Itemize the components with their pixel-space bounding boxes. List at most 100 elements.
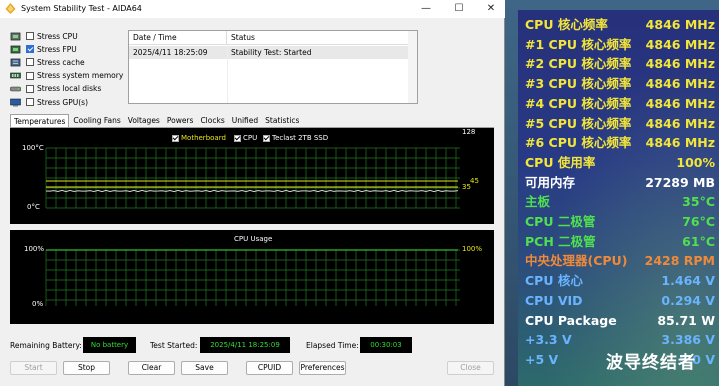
title-bar[interactable]: System Stability Test - AIDA64 — ☐ ✕ <box>0 0 505 18</box>
close-window-button[interactable]: ✕ <box>475 0 507 18</box>
minimize-button[interactable]: — <box>410 0 442 18</box>
sensor-name: CPU 二极管 <box>525 214 596 229</box>
aida64-icon <box>5 3 16 14</box>
stress-checkbox[interactable] <box>26 32 34 40</box>
stress-option-stress-cache[interactable]: Stress cache <box>10 56 85 68</box>
stress-option-label: Stress GPU(s) <box>37 97 89 107</box>
sensor-name: #4 CPU 核心频率 <box>525 95 632 111</box>
sensor-name: #5 CPU 核心频率 <box>525 115 632 131</box>
column-header-datetime[interactable]: Date / Time <box>129 31 227 45</box>
sensor-name: 可用内存 <box>525 174 576 190</box>
window-title: System Stability Test - AIDA64 <box>21 4 142 13</box>
stress-option-label: Stress local disks <box>37 84 102 94</box>
tab-clocks[interactable]: Clocks <box>197 114 227 128</box>
legend-cpu[interactable]: CPU <box>234 134 257 142</box>
stress-checkbox[interactable] <box>26 45 34 54</box>
stress-option-label: Stress CPU <box>37 31 78 41</box>
stress-option-label: Stress FPU <box>37 44 77 54</box>
disk-icon <box>10 86 21 92</box>
legend-label-ssd: Teclast 2TB SSD <box>272 134 329 142</box>
log-datetime: 2025/4/11 18:25:09 <box>133 48 208 57</box>
stop-button[interactable]: Stop <box>63 361 110 375</box>
stability-test-window: System Stability Test - AIDA64 — ☐ ✕ Str… <box>0 0 505 386</box>
sensor-row: CPU 核心频率 4846 MHz <box>525 15 715 34</box>
test-started-value: 2025/4/11 18:25:09 <box>200 337 290 353</box>
stress-option-stress-cpu[interactable]: Stress CPU <box>10 30 78 42</box>
stress-checkbox[interactable] <box>26 98 34 106</box>
cpu-usage-graph-canvas <box>45 249 460 306</box>
clear-button[interactable]: Clear <box>128 361 175 375</box>
stress-option-label: Stress system memory <box>37 71 124 81</box>
battery-label: Remaining Battery: <box>10 341 82 350</box>
preferences-button[interactable]: Preferences <box>299 361 346 375</box>
temp-axis-top: 100°C <box>22 144 44 152</box>
sensor-row: #2 CPU 核心频率 4846 MHz <box>525 54 715 73</box>
column-header-status[interactable]: Status <box>227 31 417 45</box>
legend-checkbox[interactable] <box>234 134 241 142</box>
legend-ssd[interactable]: Teclast 2TB SSD <box>263 134 328 142</box>
temp-value-motherboard: 45 <box>470 177 479 185</box>
cpu-usage-graph: CPU Usage 100% 0% 100% <box>10 230 494 324</box>
sensor-name: +3.3 V <box>525 332 572 348</box>
cpuid-button[interactable]: CPUID <box>246 361 293 375</box>
close-button[interactable]: Close <box>447 361 494 375</box>
tab-unified[interactable]: Unified <box>229 114 261 128</box>
temp-value-cpu: 35 <box>462 183 471 191</box>
stress-option-stress-system-memory[interactable]: Stress system memory <box>10 70 123 82</box>
sensor-row: CPU Package 85.71 W <box>525 311 715 330</box>
tab-cooling-fans[interactable]: Cooling Fans <box>70 114 123 128</box>
sensor-value: 4846 MHz <box>645 115 715 131</box>
cache-icon <box>10 58 21 67</box>
maximize-button[interactable]: ☐ <box>443 0 475 18</box>
gpu-icon <box>10 98 21 106</box>
legend-checkbox[interactable] <box>172 134 179 142</box>
sensor-row: #4 CPU 核心频率 4846 MHz <box>525 94 715 113</box>
log-table[interactable]: Date / Time Status 2025/4/11 18:25:09 St… <box>128 30 418 104</box>
log-status: Stability Test: Started <box>231 48 312 57</box>
sensor-value: 61°C <box>682 233 715 249</box>
stress-option-stress-gpu-s[interactable]: Stress GPU(s) <box>10 96 88 108</box>
sensor-name: +5 V <box>525 351 559 367</box>
stress-checkbox[interactable] <box>26 84 34 93</box>
sensor-name: CPU Package <box>525 312 617 328</box>
stress-option-stress-local-disks[interactable]: Stress local disks <box>10 83 101 95</box>
sensor-value: 2428 RPM <box>644 253 715 269</box>
stress-checkbox[interactable] <box>26 58 34 67</box>
sensor-name: CPU 核心频率 <box>525 17 608 32</box>
watermark-text: 波导终结者 <box>606 353 696 373</box>
tab-powers[interactable]: Powers <box>164 114 197 128</box>
sensor-value: 4846 MHz <box>645 17 715 32</box>
usage-axis-bottom: 0% <box>32 300 44 308</box>
sensor-value: 1.464 V <box>661 273 715 289</box>
stress-checkbox[interactable] <box>26 71 34 80</box>
sensor-row: +3.3 V 3.386 V <box>525 330 715 349</box>
sensor-name: PCH 二极管 <box>525 233 596 249</box>
sensor-value: 0.294 V <box>661 292 715 308</box>
save-button[interactable]: Save <box>181 361 228 375</box>
sensor-name: #3 CPU 核心频率 <box>525 76 632 92</box>
legend-motherboard[interactable]: Motherboard <box>172 134 226 142</box>
usage-graph-title: CPU Usage <box>234 235 273 243</box>
start-button[interactable]: Start <box>10 361 57 375</box>
legend-checkbox[interactable] <box>263 134 270 142</box>
tab-voltages[interactable]: Voltages <box>125 114 163 128</box>
battery-value: No battery <box>83 337 136 353</box>
sensor-value: 27289 MB <box>645 174 715 190</box>
desktop-background-strip <box>505 0 518 386</box>
sensor-name: #2 CPU 核心频率 <box>525 56 632 72</box>
log-scrollbar[interactable] <box>408 31 417 103</box>
tab-statistics[interactable]: Statistics <box>262 114 302 128</box>
sensor-row: CPU 核心 1.464 V <box>525 271 715 290</box>
sensor-name: CPU VID <box>525 292 583 308</box>
sensor-value: 85.71 W <box>657 312 715 328</box>
stress-option-stress-fpu[interactable]: Stress FPU <box>10 43 77 55</box>
tab-temperatures[interactable]: Temperatures <box>10 114 70 128</box>
temperature-graph-canvas <box>45 147 460 209</box>
sensor-value: 100% <box>676 154 715 170</box>
sensor-value: 4846 MHz <box>645 36 715 52</box>
test-started-label: Test Started: <box>150 341 198 350</box>
sensor-value: 4846 MHz <box>645 135 715 151</box>
cpu-icon <box>10 32 21 40</box>
fpu-icon <box>10 45 21 54</box>
sensor-row: #6 CPU 核心频率 4846 MHz <box>525 133 715 152</box>
